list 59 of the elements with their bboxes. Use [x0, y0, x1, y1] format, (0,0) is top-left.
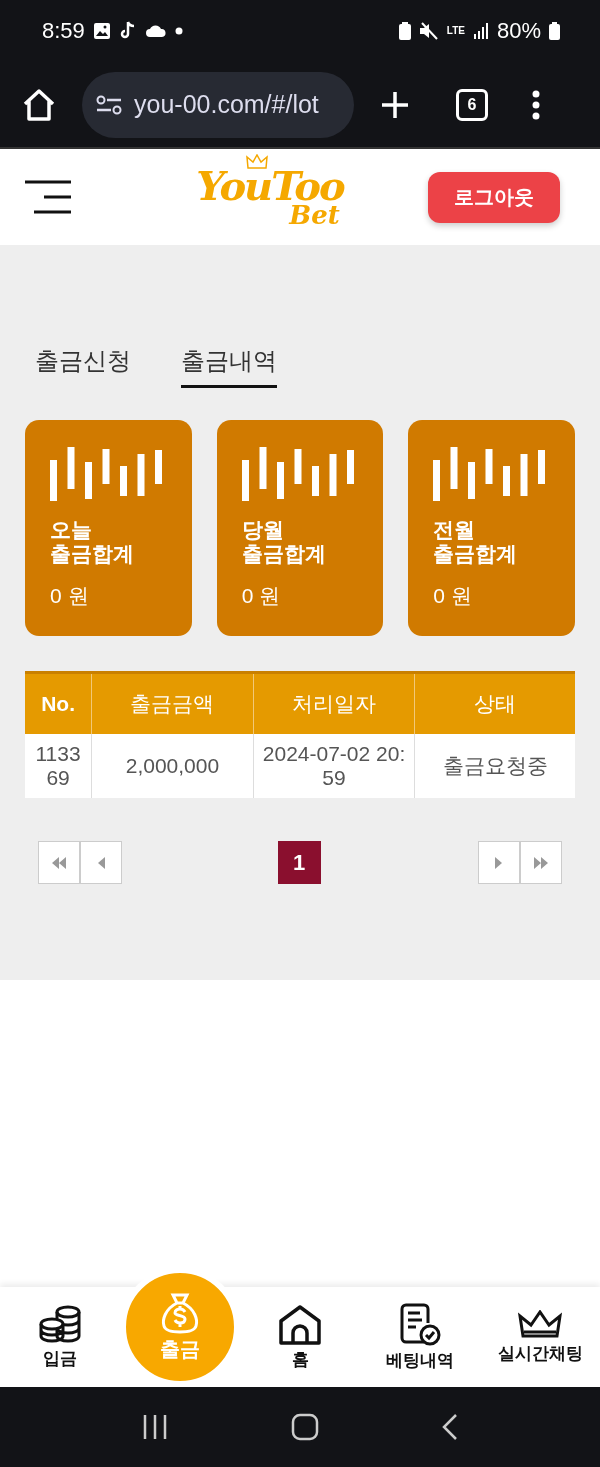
clock: 8:59: [42, 18, 85, 44]
home-icon: [278, 1303, 322, 1346]
card-period: 오늘: [50, 518, 93, 542]
table-cell: 2,000,000: [91, 734, 254, 798]
card-amount: 0 원: [433, 583, 473, 609]
card-amount: 0 원: [50, 583, 90, 609]
menu-icon[interactable]: [24, 180, 72, 214]
money-bag-icon: [160, 1291, 200, 1334]
back-icon[interactable]: [442, 1413, 459, 1441]
battery-saver-icon: [398, 22, 411, 40]
double-left-icon: [51, 856, 67, 869]
card-amount: 0 원: [241, 583, 282, 609]
dot-icon: [174, 27, 183, 35]
card-period: 당월: [241, 518, 285, 542]
column-header: 출금금액: [91, 672, 254, 734]
music-note-icon: [118, 21, 137, 41]
cloud-icon: [144, 24, 167, 38]
url-text: you-00.com/#/lot: [134, 90, 319, 119]
mute-icon: [418, 22, 439, 40]
logout-button[interactable]: 로그아웃: [428, 171, 560, 223]
crown-icon: [246, 154, 269, 170]
left-icon: [97, 856, 105, 869]
home-icon[interactable]: [22, 88, 56, 121]
right-icon: [495, 856, 503, 869]
home-button-icon[interactable]: [291, 1413, 319, 1441]
crown-icon: [518, 1309, 562, 1340]
table-cell: 2024-07-02 20:59: [253, 734, 415, 798]
tab-count[interactable]: 6: [456, 88, 488, 121]
nav-item[interactable]: 입금: [38, 1304, 82, 1370]
coins-icon: [38, 1304, 82, 1345]
image-icon: [92, 22, 111, 40]
card-period: 전월: [433, 518, 477, 542]
recent-apps-icon[interactable]: [141, 1414, 168, 1440]
menu-icon[interactable]: [532, 89, 540, 120]
nav-item[interactable]: 실시간채팅: [497, 1309, 583, 1365]
column-header: 처리일자: [253, 672, 415, 734]
table-cell: 출금요청중: [414, 734, 575, 798]
checklist-icon: [398, 1302, 442, 1347]
new-tab-icon[interactable]: [380, 89, 410, 120]
battery-level: 80%: [496, 18, 541, 44]
nav-item[interactable]: 홈: [278, 1303, 322, 1371]
tab[interactable]: 출금내역: [181, 345, 277, 388]
column-header: No.: [25, 672, 92, 734]
signal-icon: [472, 23, 489, 39]
last-page-button[interactable]: [520, 841, 562, 884]
network-type: LTE: [446, 26, 465, 36]
card-label: 출금합계: [50, 542, 135, 566]
card-label: 출금합계: [241, 542, 327, 566]
double-right-icon: [533, 856, 549, 869]
card-label: 출금합계: [433, 542, 519, 566]
table-cell: 113369: [25, 734, 92, 798]
page-button[interactable]: 1: [277, 841, 321, 884]
tab[interactable]: 출금신청: [35, 345, 131, 388]
battery-icon: [549, 22, 560, 40]
site-settings-icon[interactable]: [96, 94, 122, 115]
nav-item[interactable]: 베팅내역: [386, 1302, 454, 1372]
column-header: 상태: [414, 672, 575, 734]
first-page-button[interactable]: [38, 841, 80, 884]
address-bar[interactable]: you-00.com/#/lot: [82, 71, 354, 138]
